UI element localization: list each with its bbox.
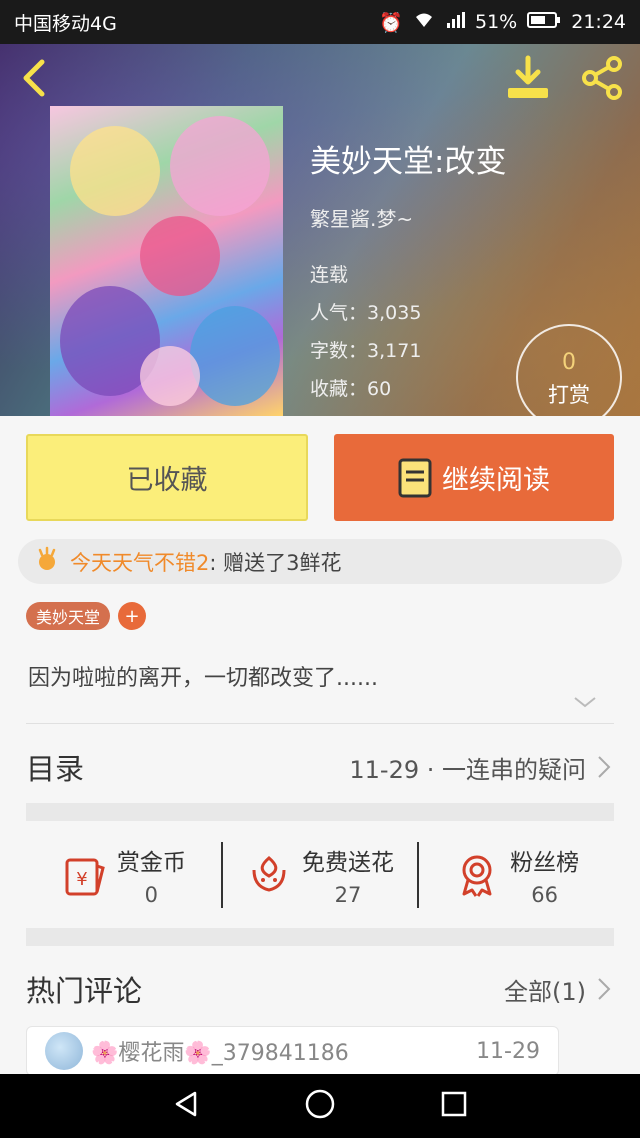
gift-notice[interactable]: 今天天气不错2 : 赠送了3鲜花 [18,539,622,584]
gift-giver-name[interactable]: 今天天气不错2 [70,547,209,577]
section-band [26,928,614,946]
comment-date: 11-29 [476,1038,540,1064]
book-title: 美妙天堂:改变 [310,144,507,180]
popularity-stat: 人气：3,035 [310,302,422,324]
book-cover-image[interactable] [50,106,283,416]
reward-label: 打赏 [548,383,590,407]
back-arrow-icon [23,59,45,97]
hot-comments-header[interactable]: 热门评论 全部(1) [26,962,614,1016]
divider [26,723,614,724]
book-header: 美妙天堂:改变 繁星酱.梦~ 连载 人气：3,035 字数：3,171 收藏：6… [0,44,640,416]
back-button[interactable] [14,56,58,100]
stat-label: 免费送花 [302,850,394,876]
system-nav-bar [0,1074,640,1138]
expand-description-button[interactable] [572,694,598,714]
reward-button[interactable]: 0 打赏 [516,324,622,416]
stat-value: 27 [334,883,362,907]
circle-home-icon [305,1089,335,1119]
nav-recents-button[interactable] [439,1089,469,1123]
status-bar: 中国移动4G ⏰ 51% 21:24 [0,0,640,44]
free-flower-stat[interactable]: 免费送花 27 [223,838,418,912]
favorited-button[interactable]: 已收藏 [26,434,308,521]
battery-percent: 51% [475,11,518,33]
section-band [26,803,614,821]
tag-chip[interactable]: 美妙天堂 [26,602,111,630]
download-button[interactable] [504,54,552,106]
book-icon [398,458,432,497]
stat-label: 粉丝榜 [510,850,580,876]
svg-text:¥: ¥ [76,869,87,890]
download-icon [508,55,548,98]
red-envelope-icon: ¥ [65,858,105,896]
gold-reward-stat[interactable]: ¥ 赏金币 0 [26,838,221,912]
latest-chapter: 11-29 · 一连串的疑问 [349,755,586,784]
share-button[interactable] [578,54,626,106]
stats-row: ¥ 赏金币 0 免费送花 27 粉丝榜 66 [26,838,614,912]
wifi-icon [413,11,435,34]
avatar[interactable] [45,1032,83,1070]
book-description: 因为啦啦的离开，一切都改变了...... [28,666,378,691]
nav-back-button[interactable] [171,1089,201,1123]
fan-ranking-stat[interactable]: 粉丝榜 66 [419,838,614,912]
battery-icon [527,11,561,34]
clap-icon [34,546,60,577]
square-recents-icon [441,1091,466,1117]
stat-value: 0 [144,883,159,907]
all-comments-link[interactable]: 全部(1) [504,972,586,1007]
comment-card[interactable]: 🌸樱花雨🌸_379841186 11-29 [26,1026,559,1076]
book-author[interactable]: 繁星酱.梦~ [310,203,506,232]
comment-username: 🌸樱花雨🌸_379841186 [91,1041,349,1066]
catalog-label: 目录 [26,752,85,786]
medal-icon [462,855,492,897]
chevron-right-icon [598,978,611,1000]
catalog-row[interactable]: 目录 11-29 · 一连串的疑问 [26,740,614,794]
gift-message: : 赠送了3鲜花 [209,550,342,575]
stat-label: 赏金币 [116,850,186,876]
serial-status: 连载 [310,264,349,286]
chevron-down-icon [574,697,596,708]
signal-icon [445,11,465,34]
favorites-stat: 收藏：60 [310,378,392,400]
carrier-label: 中国移动4G [14,12,117,35]
nav-home-button[interactable] [304,1088,336,1124]
continue-reading-button[interactable]: 继续阅读 [334,434,614,521]
alarm-icon: ⏰ [379,11,403,34]
reward-count: 0 [562,350,576,375]
add-tag-button[interactable]: + [118,602,147,630]
chevron-right-icon [598,756,611,778]
stat-value: 66 [531,883,559,907]
clock: 21:24 [571,11,626,33]
word-count-stat: 字数：3,171 [310,340,422,362]
triangle-back-icon [176,1091,197,1117]
share-icon [582,56,622,100]
flower-icon [252,856,286,892]
hot-comments-label: 热门评论 [26,974,143,1008]
